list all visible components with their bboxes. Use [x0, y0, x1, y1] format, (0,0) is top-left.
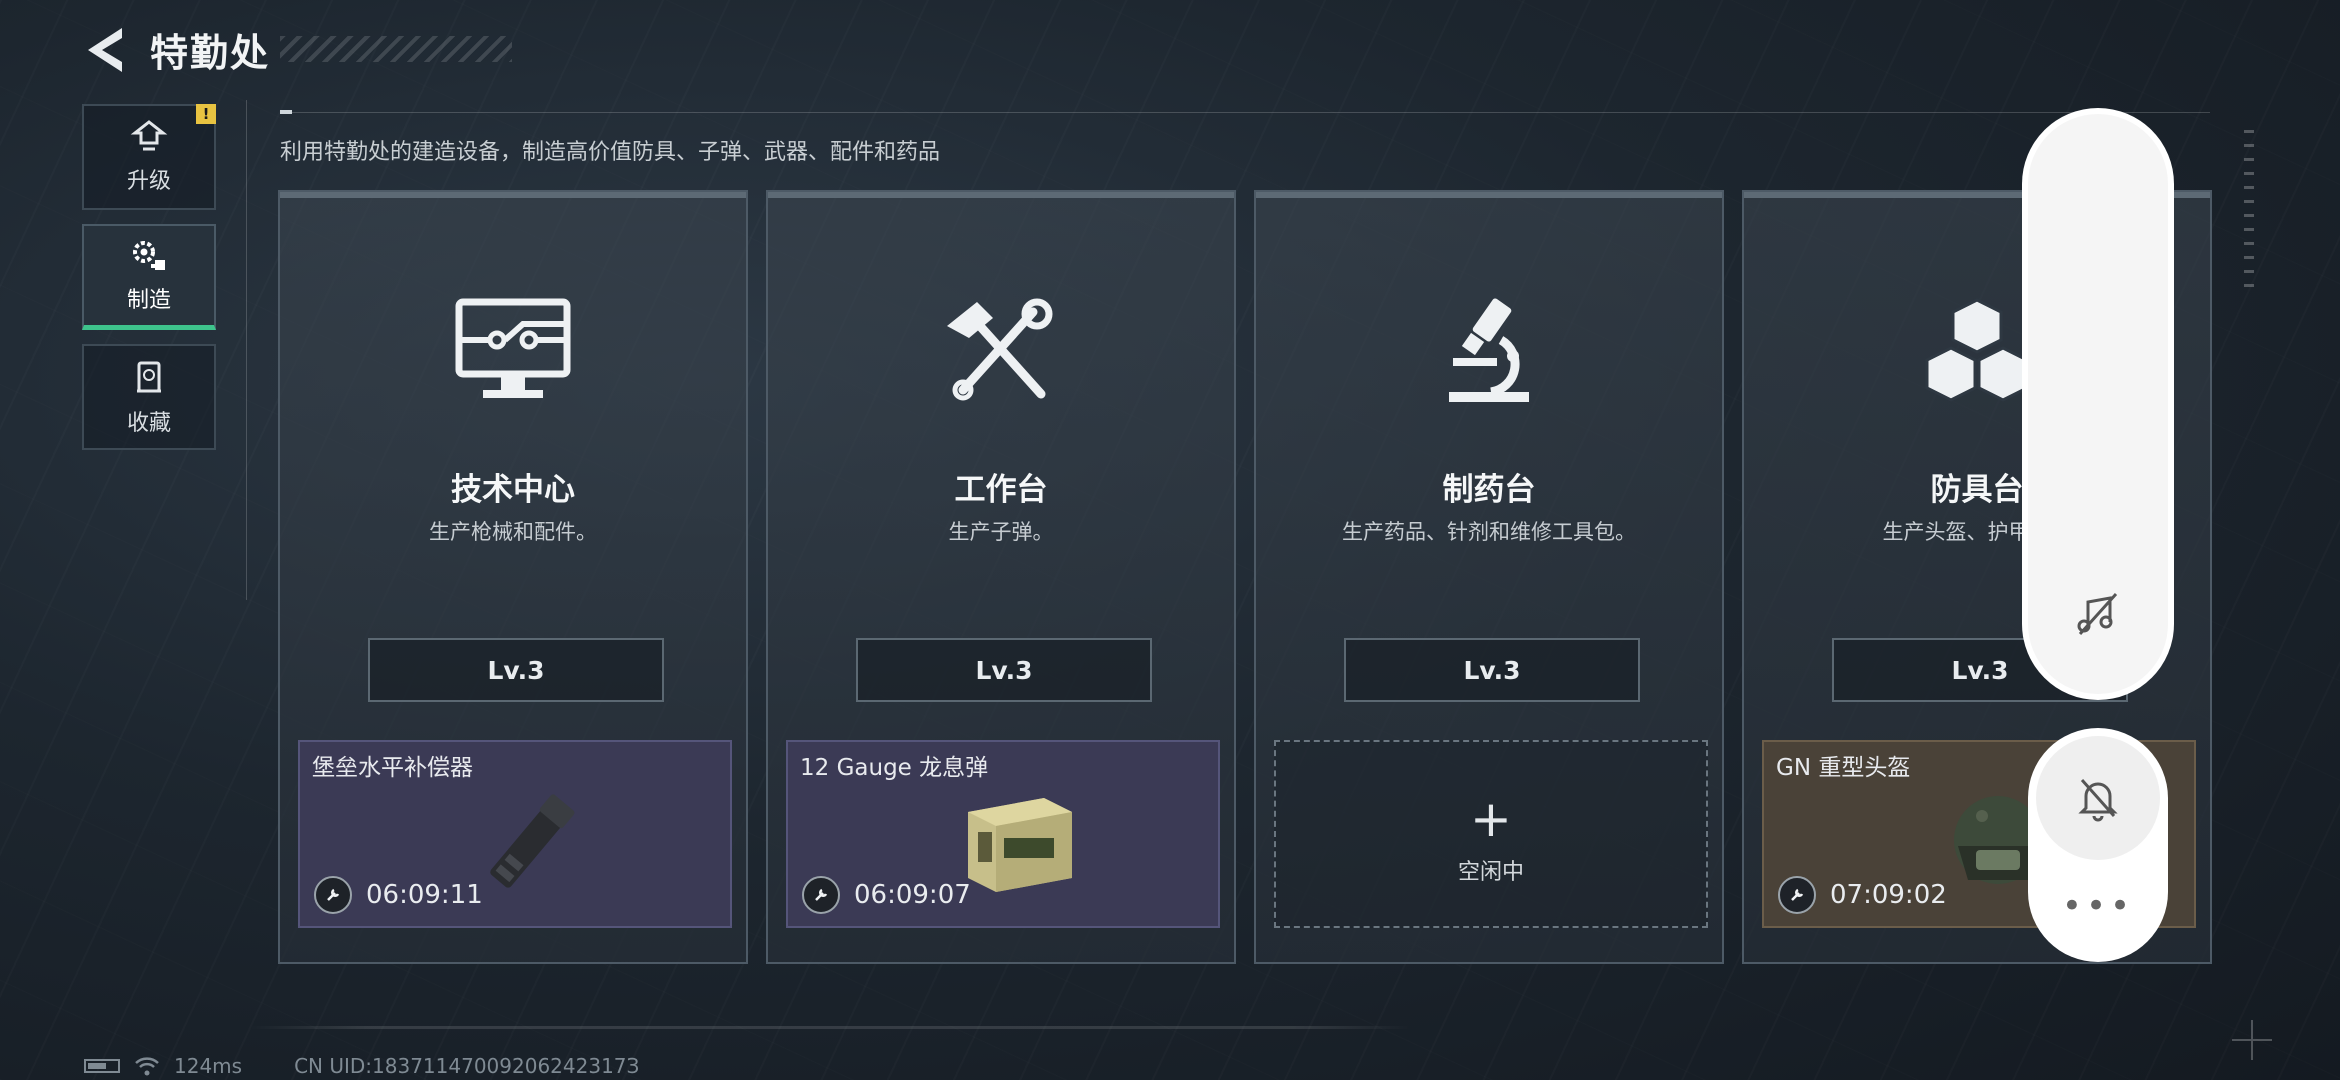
wifi-icon [135, 1057, 159, 1076]
sidebar-item-craft[interactable]: 制造 [82, 224, 216, 330]
slot-item-name: GN 重型头盔 [1776, 755, 1911, 781]
cubes-icon [1925, 298, 2029, 402]
facility-card-pharmacy[interactable]: 制药台 生产药品、针剂和维修工具包。 Lv.3 + 空闲中 [1254, 190, 1724, 964]
collection-icon [137, 361, 161, 393]
floating-panel-bottom[interactable]: ••• [2028, 728, 2168, 962]
slot-timer: 07:09:02 [1778, 876, 1947, 914]
gears-icon [133, 240, 165, 270]
monitor-circuit-icon [455, 298, 571, 398]
sidebar-item-collection[interactable]: 收藏 [82, 344, 216, 450]
sidebar-item-label: 升级 [126, 169, 171, 194]
production-slot[interactable]: 堡垒水平补偿器 06:09:11 [298, 740, 732, 928]
card-description: 生产子弹。 [948, 520, 1054, 544]
sidebar-item-label: 收藏 [126, 411, 171, 436]
page-title: 特勤处 [150, 31, 271, 75]
production-slot-idle[interactable]: + 空闲中 [1274, 740, 1708, 928]
back-arrow-icon[interactable] [80, 22, 130, 78]
status-bar: 124ms CN UID:18371147009206242317З [84, 1054, 639, 1078]
timer-value: 06:09:11 [366, 880, 483, 910]
battery-icon [84, 1059, 120, 1073]
sidebar-item-upgrade[interactable]: ! 升级 [82, 104, 216, 210]
facility-card-tech-center[interactable]: 技术中心 生产枪械和配件。 Lv.3 堡垒水平补偿器 06:09:11 [278, 190, 748, 964]
music-off-icon[interactable] [2074, 590, 2122, 638]
card-title: 技术中心 [451, 472, 575, 508]
divider-tick [280, 110, 292, 114]
wrench-timer-icon [1778, 876, 1816, 914]
bell-off-button[interactable] [2036, 736, 2160, 860]
user-uid: CN UID:18371147009206242317З [294, 1054, 640, 1078]
left-divider [246, 100, 247, 600]
more-icon[interactable]: ••• [2028, 889, 2168, 923]
level-badge: Lv.3 [368, 638, 664, 702]
card-description: 生产药品、针剂和维修工具包。 [1342, 520, 1636, 544]
right-edge-decoration [2244, 130, 2254, 290]
slot-item-name: 12 Gauge 龙息弹 [800, 755, 989, 781]
notification-badge: ! [196, 104, 216, 124]
crosshair-decoration [2232, 1020, 2272, 1060]
top-divider [280, 112, 2210, 113]
timer-value: 06:09:07 [854, 880, 971, 910]
slot-timer: 06:09:07 [802, 876, 971, 914]
card-description: 生产枪械和配件。 [429, 520, 597, 544]
hammer-wrench-icon [947, 298, 1053, 401]
ping-value: 124ms [174, 1054, 243, 1078]
microscope-icon [1449, 298, 1529, 402]
level-badge: Lv.3 [856, 638, 1152, 702]
timer-value: 07:09:02 [1830, 880, 1947, 910]
wrench-timer-icon [314, 876, 352, 914]
slot-item-name: 堡垒水平补偿器 [312, 755, 473, 781]
upgrade-icon [130, 120, 168, 151]
idle-label: 空闲中 [1457, 860, 1524, 885]
card-title: 制药台 [1442, 472, 1536, 508]
floating-panel-top[interactable] [2028, 114, 2168, 694]
production-slot[interactable]: 12 Gauge 龙息弹 06:09:07 [786, 740, 1220, 928]
level-badge: Lv.3 [1344, 638, 1640, 702]
page-subtitle: 利用特勤处的建造设备，制造高价值防具、子弹、武器、配件和药品 [280, 140, 941, 165]
sidebar-item-label: 制造 [126, 287, 171, 313]
slot-timer: 06:09:11 [314, 876, 483, 914]
facility-card-workbench[interactable]: 工作台 生产子弹。 Lv.3 12 Gauge 龙息弹 06:09:07 [766, 190, 1236, 964]
bottom-divider [250, 1026, 1410, 1029]
add-production-icon: + [1470, 790, 1512, 848]
bell-off-icon [2078, 779, 2118, 822]
title-decoration [280, 36, 512, 62]
wrench-timer-icon [802, 876, 840, 914]
card-title: 工作台 [954, 472, 1048, 508]
